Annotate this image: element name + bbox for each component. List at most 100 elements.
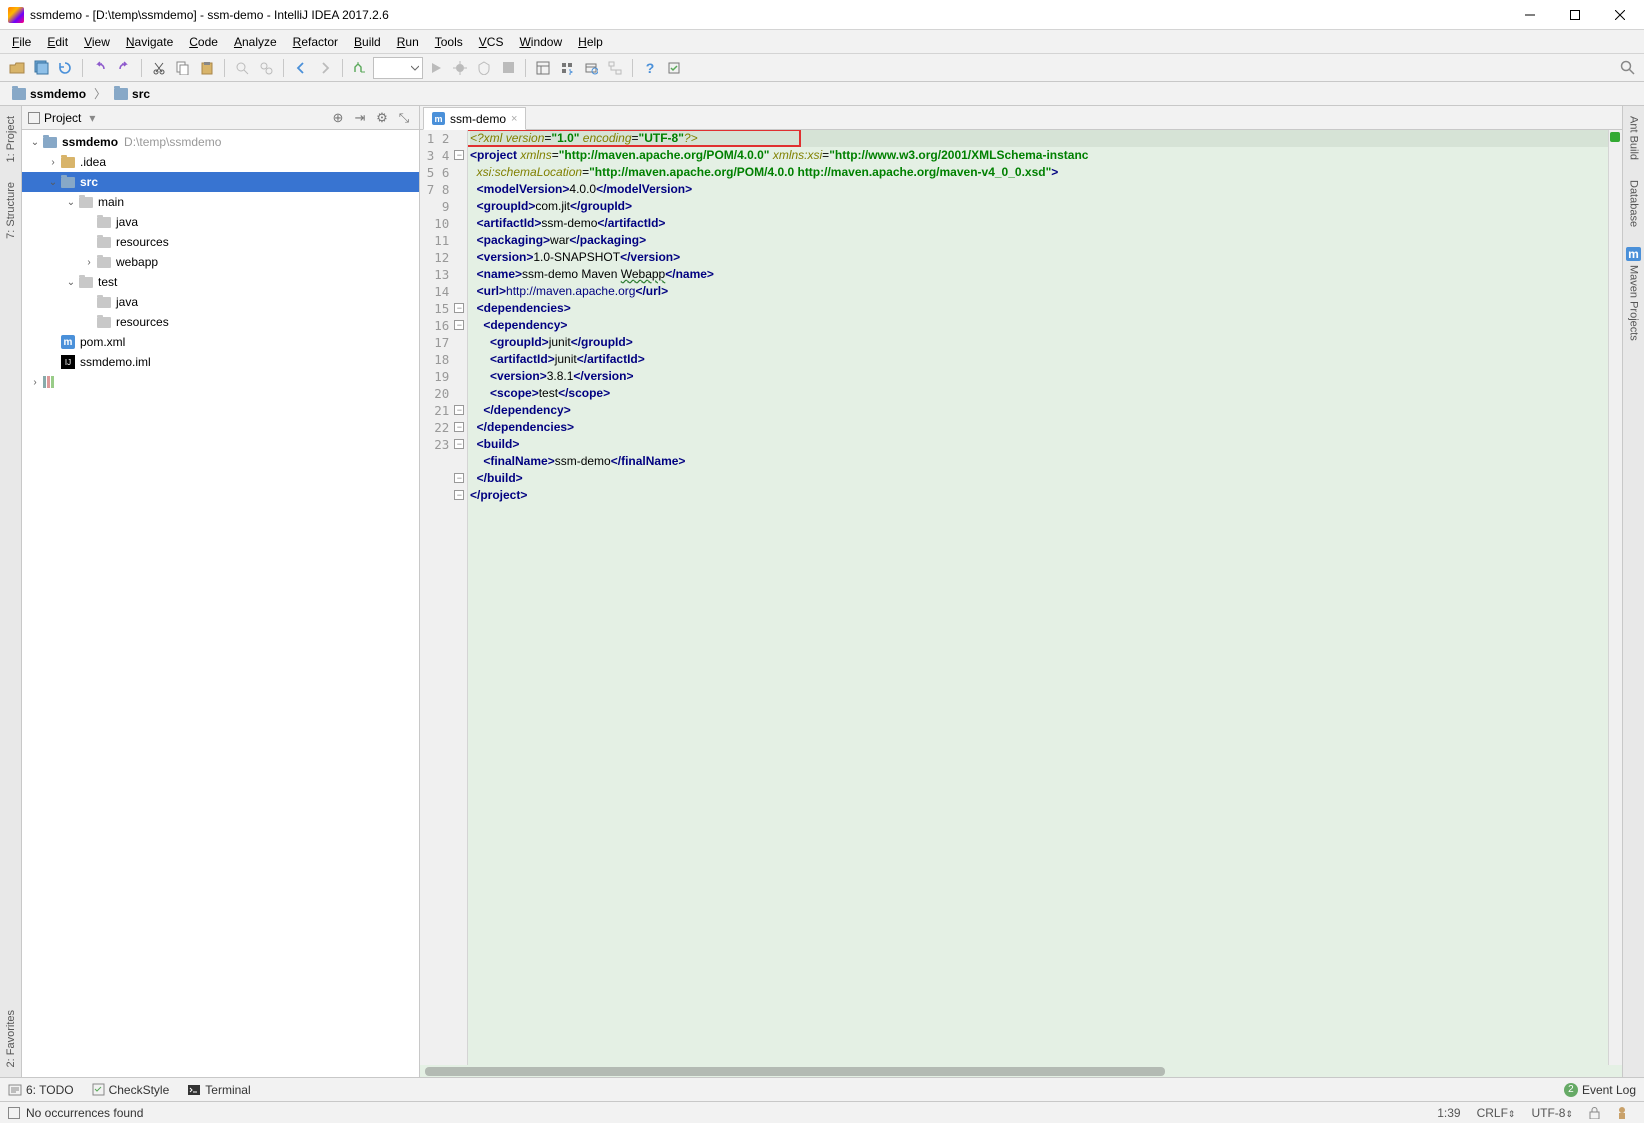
stop-icon[interactable] xyxy=(497,57,519,79)
stripe----project[interactable]: 1: Project xyxy=(2,106,20,172)
search-everywhere-icon[interactable] xyxy=(1616,57,1638,79)
back-icon[interactable] xyxy=(290,57,312,79)
cut-icon[interactable] xyxy=(148,57,170,79)
build-icon[interactable] xyxy=(349,57,371,79)
tree-row[interactable]: resources xyxy=(22,312,419,332)
stripe-ant-build[interactable]: Ant Build xyxy=(1625,106,1643,170)
stripe----structure[interactable]: 7: Structure xyxy=(2,172,20,249)
menu-view[interactable]: View xyxy=(76,32,118,52)
bottom----todo[interactable]: 6: TODO xyxy=(8,1083,74,1097)
left-stripe: 1: Project7: Structure 2: Favorites xyxy=(0,106,22,1077)
hide-icon[interactable]: ⤡ xyxy=(395,109,413,127)
hector-icon[interactable] xyxy=(1608,1106,1636,1120)
save-all-icon[interactable] xyxy=(30,57,52,79)
redo-icon[interactable] xyxy=(113,57,135,79)
breadcrumb-item[interactable]: ssmdemo xyxy=(6,85,92,103)
tree-row[interactable]: ›.idea xyxy=(22,152,419,172)
chevron-down-icon[interactable]: ▾ xyxy=(89,111,95,125)
project-header: Project ▾ ⊕ ⇥ ⚙ ⤡ xyxy=(22,106,419,130)
menu-file[interactable]: File xyxy=(4,32,39,52)
settings-structure-icon[interactable] xyxy=(556,57,578,79)
undo-icon[interactable] xyxy=(89,57,111,79)
editor-tab-label: ssm-demo xyxy=(450,112,506,126)
app-icon xyxy=(8,7,24,23)
menu-window[interactable]: Window xyxy=(511,32,570,52)
inspection-ok-icon xyxy=(1610,132,1620,142)
coverage-icon[interactable] xyxy=(473,57,495,79)
project-tool-window: Project ▾ ⊕ ⇥ ⚙ ⤡ ⌄ssmdemoD:\temp\ssmdem… xyxy=(22,106,420,1077)
editor-tab[interactable]: m ssm-demo × xyxy=(423,107,526,130)
menu-tools[interactable]: Tools xyxy=(427,32,471,52)
tree-row[interactable]: IJssmdemo.iml xyxy=(22,352,419,372)
help-icon[interactable]: ? xyxy=(639,57,661,79)
forward-icon[interactable] xyxy=(314,57,336,79)
refresh-icon[interactable] xyxy=(54,57,76,79)
folder-icon xyxy=(12,88,26,100)
menu-help[interactable]: Help xyxy=(570,32,611,52)
tree-row[interactable]: ⌄test xyxy=(22,272,419,292)
caret-position[interactable]: 1:39 xyxy=(1429,1106,1468,1120)
horizontal-scrollbar[interactable] xyxy=(420,1065,1622,1077)
tree-row[interactable]: ⌄src xyxy=(22,172,419,192)
layout-icon[interactable] xyxy=(532,57,554,79)
project-tree[interactable]: ⌄ssmdemoD:\temp\ssmdemo›.idea⌄src⌄mainja… xyxy=(22,130,419,1077)
tree-row[interactable]: ⌄main xyxy=(22,192,419,212)
status-message: No occurrences found xyxy=(26,1106,143,1120)
menu-vcs[interactable]: VCS xyxy=(471,32,512,52)
line-separator[interactable]: CRLF⇕ xyxy=(1469,1106,1524,1120)
tree-row[interactable]: ⌄ssmdemoD:\temp\ssmdemo xyxy=(22,132,419,152)
sdk-icon[interactable] xyxy=(580,57,602,79)
event-log-button[interactable]: 2Event Log xyxy=(1564,1083,1636,1097)
menu-navigate[interactable]: Navigate xyxy=(118,32,181,52)
target-icon[interactable]: ⊕ xyxy=(329,109,347,127)
close-button[interactable] xyxy=(1597,1,1642,29)
editor-code[interactable]: <?xml version="1.0" encoding="UTF-8"?><p… xyxy=(468,130,1608,1065)
file-encoding[interactable]: UTF-8⇕ xyxy=(1523,1106,1581,1120)
lock-icon[interactable] xyxy=(1581,1107,1608,1119)
close-tab-icon[interactable]: × xyxy=(511,113,517,125)
gear-icon[interactable]: ⚙ xyxy=(373,109,391,127)
debug-icon[interactable] xyxy=(449,57,471,79)
editor-gutter[interactable]: 1 2 3 4 5 6 7 8 9 10 11 12 13 14 15 16 1… xyxy=(420,130,468,1065)
maven-file-icon: m xyxy=(432,112,445,125)
bottom-toolbar: 6: TODO CheckStyle Terminal 2Event Log xyxy=(0,1077,1644,1101)
menu-refactor[interactable]: Refactor xyxy=(285,32,346,52)
menu-run[interactable]: Run xyxy=(389,32,427,52)
status-bar: No occurrences found 1:39 CRLF⇕ UTF-8⇕ xyxy=(0,1101,1644,1123)
menu-build[interactable]: Build xyxy=(346,32,389,52)
status-indicator-icon[interactable] xyxy=(8,1107,20,1119)
stripe-maven-projects[interactable]: m Maven Projects xyxy=(1623,237,1644,351)
breadcrumb-item[interactable]: src xyxy=(108,85,156,103)
paste-icon[interactable] xyxy=(196,57,218,79)
project-icon xyxy=(28,112,40,124)
collapse-icon[interactable]: ⇥ xyxy=(351,109,369,127)
open-icon[interactable] xyxy=(6,57,28,79)
maximize-button[interactable] xyxy=(1552,1,1597,29)
tree-row[interactable]: java xyxy=(22,292,419,312)
bottom-checkstyle[interactable]: CheckStyle xyxy=(92,1083,170,1097)
diagram-icon[interactable] xyxy=(604,57,626,79)
find-icon[interactable] xyxy=(231,57,253,79)
replace-icon[interactable] xyxy=(255,57,277,79)
stripe----favorites[interactable]: 2: Favorites xyxy=(2,1000,20,1077)
menu-code[interactable]: Code xyxy=(181,32,226,52)
tree-row[interactable]: mpom.xml xyxy=(22,332,419,352)
editor: m ssm-demo × 1 2 3 4 5 6 7 8 9 10 11 12 … xyxy=(420,106,1622,1077)
tree-row[interactable]: › xyxy=(22,372,419,392)
minimize-button[interactable] xyxy=(1507,1,1552,29)
checkstyle-tb-icon[interactable] xyxy=(663,57,685,79)
run-config-combo[interactable] xyxy=(373,57,423,79)
menu-edit[interactable]: Edit xyxy=(39,32,76,52)
menubar: FileEditViewNavigateCodeAnalyzeRefactorB… xyxy=(0,30,1644,54)
menu-analyze[interactable]: Analyze xyxy=(226,32,285,52)
tree-row[interactable]: java xyxy=(22,212,419,232)
main-toolbar: ? xyxy=(0,54,1644,82)
tree-row[interactable]: resources xyxy=(22,232,419,252)
stripe-database[interactable]: Database xyxy=(1625,170,1643,237)
tree-row[interactable]: ›webapp xyxy=(22,252,419,272)
run-icon[interactable] xyxy=(425,57,447,79)
bottom-terminal[interactable]: Terminal xyxy=(187,1083,250,1097)
editor-tabs: m ssm-demo × xyxy=(420,106,1622,130)
copy-icon[interactable] xyxy=(172,57,194,79)
error-stripe[interactable] xyxy=(1608,130,1622,1065)
